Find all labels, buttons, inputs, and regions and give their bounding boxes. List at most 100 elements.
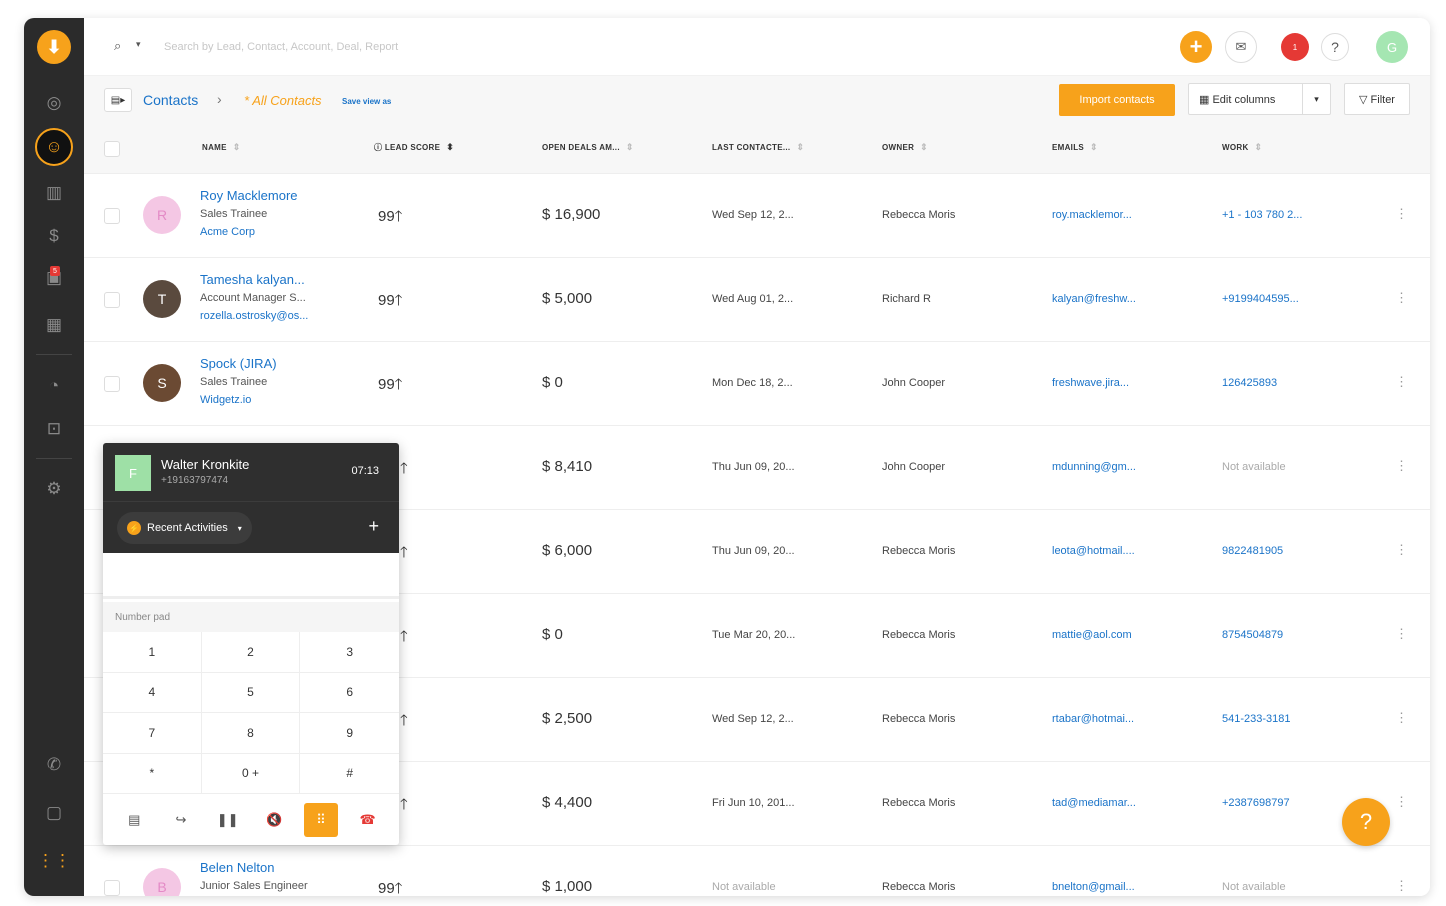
campaigns-icon[interactable]: ⊡ (24, 414, 84, 444)
key-7[interactable]: 7 (103, 713, 202, 754)
contact-name-link[interactable]: Tamesha kalyan... (200, 272, 305, 287)
key-hash[interactable]: # (300, 754, 399, 794)
work-phone-link[interactable]: 126425893 (1222, 377, 1277, 389)
hold-icon[interactable]: ❚❚ (211, 803, 245, 837)
quick-add-button[interactable]: + (1180, 31, 1212, 63)
notes-icon[interactable]: ▤ (117, 803, 151, 837)
nav-contacts[interactable]: ☺ (24, 128, 84, 166)
search-icon[interactable]: ⌕ (114, 38, 121, 54)
key-2[interactable]: 2 (201, 632, 301, 673)
email-link[interactable]: mdunning@gm... (1052, 461, 1136, 473)
contacts-circle-icon[interactable]: ◎ (24, 88, 84, 118)
chevron-down-icon[interactable]: ▾ (1302, 84, 1330, 114)
col-work[interactable]: WORK ⇕ (1222, 142, 1262, 153)
col-open-deals[interactable]: OPEN DEALS AM... ⇕ (542, 142, 634, 153)
app-logo[interactable]: ⬇ (37, 30, 71, 64)
row-menu-icon[interactable]: ⋮ (1395, 710, 1408, 726)
keypad-icon[interactable]: ⠿ (303, 802, 338, 837)
global-search-input[interactable] (164, 35, 564, 59)
work-phone-link[interactable]: 9822481905 (1222, 545, 1283, 557)
row-menu-icon[interactable]: ⋮ (1395, 794, 1408, 810)
row-menu-icon[interactable]: ⋮ (1395, 290, 1408, 306)
email-link[interactable]: bnelton@gmail... (1052, 881, 1135, 893)
company-link[interactable]: rozella.ostrosky@os... (200, 310, 308, 322)
transfer-call-icon[interactable]: ↪ (164, 803, 198, 837)
help-fab-button[interactable]: ? (1342, 798, 1390, 846)
chat-icon[interactable]: ▢ (24, 798, 84, 828)
contact-name-link[interactable]: Belen Nelton (200, 860, 274, 875)
key-star[interactable]: * (103, 753, 202, 794)
reports-icon[interactable]: ◔ (24, 371, 84, 401)
table-row[interactable]: R Roy Macklemore Sales Trainee Acme Corp… (84, 174, 1430, 258)
sort-icon[interactable]: ⇕ (233, 142, 241, 152)
email-link[interactable]: kalyan@freshw... (1052, 293, 1136, 305)
key-9[interactable]: 9 (300, 713, 399, 754)
col-emails[interactable]: EMAILS ⇕ (1052, 142, 1098, 153)
work-phone-link[interactable]: +2387698797 (1222, 797, 1290, 809)
col-name[interactable]: NAME ⇕ (202, 142, 241, 153)
col-last-contacted[interactable]: LAST CONTACTE... ⇕ (712, 142, 804, 153)
work-phone-link[interactable]: 8754504879 (1222, 629, 1283, 641)
contact-name-link[interactable]: Spock (JIRA) (200, 356, 277, 371)
row-checkbox[interactable] (104, 880, 120, 896)
row-menu-icon[interactable]: ⋮ (1395, 374, 1408, 390)
work-phone-link[interactable]: +9199404595... (1222, 293, 1299, 305)
accounts-icon[interactable]: ▥ (24, 178, 84, 208)
breadcrumb-contacts[interactable]: Contacts (143, 92, 198, 108)
help-icon[interactable]: ? (1321, 33, 1349, 61)
sort-icon[interactable]: ⇕ (1255, 142, 1263, 152)
email-link[interactable]: tad@mediamar... (1052, 797, 1136, 809)
work-phone-link[interactable]: 541-233-3181 (1222, 713, 1291, 725)
apps-grid-icon[interactable]: ⋮⋮ (24, 846, 84, 876)
sort-icon[interactable]: ⇕ (920, 142, 928, 152)
row-checkbox[interactable] (104, 292, 120, 308)
key-8[interactable]: 8 (201, 713, 301, 754)
edit-columns-button[interactable]: ▦ Edit columns ▾ (1188, 83, 1331, 115)
row-checkbox[interactable] (104, 376, 120, 392)
current-view-name[interactable]: * All Contacts (244, 93, 322, 108)
email-link[interactable]: freshwave.jira... (1052, 377, 1129, 389)
save-view-link[interactable]: Save view as (342, 97, 391, 106)
row-menu-icon[interactable]: ⋮ (1395, 542, 1408, 558)
hang-up-icon[interactable]: ☎ (351, 803, 385, 837)
email-link[interactable]: leota@hotmail.... (1052, 545, 1135, 557)
sort-icon[interactable]: ⬍ (446, 142, 454, 152)
key-1[interactable]: 1 (103, 632, 202, 673)
phone-icon[interactable]: ✆ (24, 750, 84, 780)
key-3[interactable]: 3 (300, 632, 399, 673)
settings-icon[interactable]: ⚙ (24, 474, 84, 504)
company-link[interactable]: Acme Corp (200, 226, 255, 238)
add-activity-button[interactable]: + (368, 516, 379, 537)
recent-activities-dropdown[interactable]: ⚡ Recent Activities ▾ (117, 512, 252, 544)
email-link[interactable]: mattie@aol.com (1052, 629, 1132, 641)
row-menu-icon[interactable]: ⋮ (1395, 206, 1408, 222)
sidebar-toggle-button[interactable]: ▤▸ (104, 88, 132, 112)
email-link[interactable]: roy.macklemor... (1052, 209, 1132, 221)
filter-button[interactable]: ▽ Filter (1344, 83, 1410, 115)
table-row[interactable]: T Tamesha kalyan... Account Manager S...… (84, 258, 1430, 342)
row-menu-icon[interactable]: ⋮ (1395, 626, 1408, 642)
key-0[interactable]: 0 + (201, 753, 301, 794)
key-6[interactable]: 6 (300, 673, 399, 713)
contact-name-link[interactable]: Roy Macklemore (200, 188, 298, 203)
mail-icon[interactable]: ✉ (1225, 31, 1257, 63)
sort-icon[interactable]: ⇕ (626, 142, 634, 152)
row-menu-icon[interactable]: ⋮ (1395, 878, 1408, 894)
table-row[interactable]: S Spock (JIRA) Sales Trainee Widgetz.io … (84, 342, 1430, 426)
deals-icon[interactable]: $ (24, 221, 84, 251)
sort-icon[interactable]: ⇕ (796, 142, 804, 152)
mute-icon[interactable]: 🔇 (257, 803, 291, 837)
notification-badge[interactable]: 1 (1281, 33, 1309, 61)
chevron-down-icon[interactable]: ▾ (136, 39, 141, 50)
user-avatar[interactable]: G (1376, 31, 1408, 63)
row-checkbox[interactable] (104, 208, 120, 224)
col-owner[interactable]: OWNER ⇕ (882, 142, 928, 153)
calendar-icon[interactable]: ▦ (24, 310, 84, 340)
email-link[interactable]: rtabar@hotmai... (1052, 713, 1134, 725)
select-all-checkbox[interactable] (104, 141, 120, 157)
key-5[interactable]: 5 (201, 672, 301, 713)
row-menu-icon[interactable]: ⋮ (1395, 458, 1408, 474)
sort-icon[interactable]: ⇕ (1090, 142, 1098, 152)
table-row[interactable]: B Belen Nelton Junior Sales Engineer 99🡑… (84, 846, 1430, 896)
import-contacts-button[interactable]: Import contacts (1059, 84, 1175, 116)
